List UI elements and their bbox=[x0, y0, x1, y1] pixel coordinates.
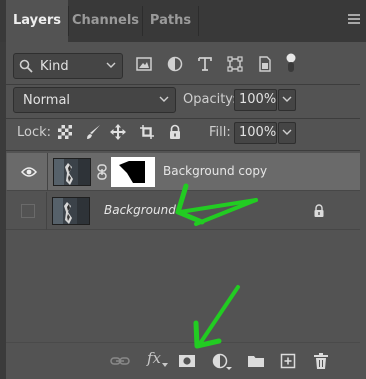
filter-kind-label: Kind bbox=[40, 59, 69, 74]
layer-style-button[interactable]: fx bbox=[147, 349, 161, 367]
panel-tab-bar: Layers Channels Paths bbox=[0, 0, 366, 42]
search-icon bbox=[19, 59, 33, 73]
layer-thumbnail[interactable] bbox=[52, 197, 90, 225]
tab-channels[interactable]: Channels bbox=[69, 0, 142, 42]
layer-mask-thumbnail[interactable] bbox=[111, 157, 155, 187]
blend-mode-select[interactable]: Normal bbox=[13, 87, 176, 113]
blend-mode-value: Normal bbox=[23, 93, 71, 108]
link-chain-icon[interactable] bbox=[97, 164, 107, 180]
visibility-column[interactable] bbox=[7, 153, 48, 191]
adjustment-layer-filter-icon[interactable] bbox=[166, 55, 184, 73]
opacity-label: Opacity: bbox=[183, 92, 237, 107]
layer-name[interactable]: Background copy bbox=[163, 164, 267, 178]
layer-thumbnail[interactable] bbox=[53, 158, 91, 186]
opacity-input[interactable]: 100% bbox=[234, 89, 277, 111]
chevron-down-icon bbox=[162, 363, 168, 367]
tab-layers[interactable]: Layers bbox=[6, 0, 68, 42]
new-adjustment-layer-icon[interactable] bbox=[212, 352, 232, 370]
photo-thumbnail-image bbox=[54, 159, 90, 185]
chevron-down-icon bbox=[282, 129, 292, 135]
tab-paths[interactable]: Paths bbox=[143, 0, 198, 42]
filter-kind-select[interactable]: Kind bbox=[13, 53, 123, 79]
lock-transparent-pixels-icon[interactable] bbox=[57, 124, 73, 140]
mask-shape bbox=[113, 159, 153, 185]
type-layer-filter-icon[interactable] bbox=[196, 55, 214, 73]
layer-row-background-copy[interactable]: Background copy bbox=[6, 153, 360, 191]
eye-icon[interactable] bbox=[21, 166, 37, 178]
lock-all-icon[interactable] bbox=[167, 124, 183, 140]
filter-toggle-icon[interactable] bbox=[284, 52, 298, 74]
chevron-down-icon bbox=[159, 96, 169, 102]
visibility-toggle-box[interactable] bbox=[21, 204, 35, 218]
lock-image-pixels-icon[interactable] bbox=[85, 124, 101, 140]
trash-icon[interactable] bbox=[313, 352, 329, 370]
divider bbox=[6, 84, 360, 85]
layers-bottom-toolbar: fx bbox=[6, 342, 360, 379]
lock-artboard-icon[interactable] bbox=[139, 124, 155, 140]
layers-list: Background copy Background bbox=[6, 152, 360, 342]
lock-position-icon[interactable] bbox=[110, 124, 126, 140]
panel-menu-icon[interactable] bbox=[348, 14, 360, 26]
lock-label: Lock: bbox=[17, 125, 52, 140]
chevron-down-icon bbox=[282, 96, 292, 102]
shape-layer-filter-icon[interactable] bbox=[226, 55, 244, 73]
visibility-column[interactable] bbox=[6, 192, 47, 230]
lock-icon bbox=[314, 204, 324, 217]
new-group-folder-icon[interactable] bbox=[247, 352, 265, 370]
link-layers-icon[interactable] bbox=[110, 352, 130, 370]
fill-label: Fill: bbox=[209, 125, 231, 140]
divider bbox=[6, 150, 360, 151]
pixel-layer-filter-icon[interactable] bbox=[135, 55, 153, 73]
tab-separator bbox=[198, 6, 199, 36]
fill-slider-button[interactable] bbox=[278, 122, 296, 144]
add-layer-mask-icon[interactable] bbox=[178, 352, 196, 370]
layer-row-background[interactable]: Background bbox=[6, 192, 360, 230]
chevron-down-icon bbox=[106, 62, 116, 68]
layer-name[interactable]: Background bbox=[104, 203, 176, 217]
opacity-slider-button[interactable] bbox=[278, 89, 296, 111]
fill-input[interactable]: 100% bbox=[234, 122, 277, 144]
new-layer-icon[interactable] bbox=[280, 352, 296, 370]
photo-thumbnail-image bbox=[53, 198, 89, 224]
divider bbox=[6, 118, 360, 119]
smart-object-filter-icon[interactable] bbox=[256, 55, 274, 73]
